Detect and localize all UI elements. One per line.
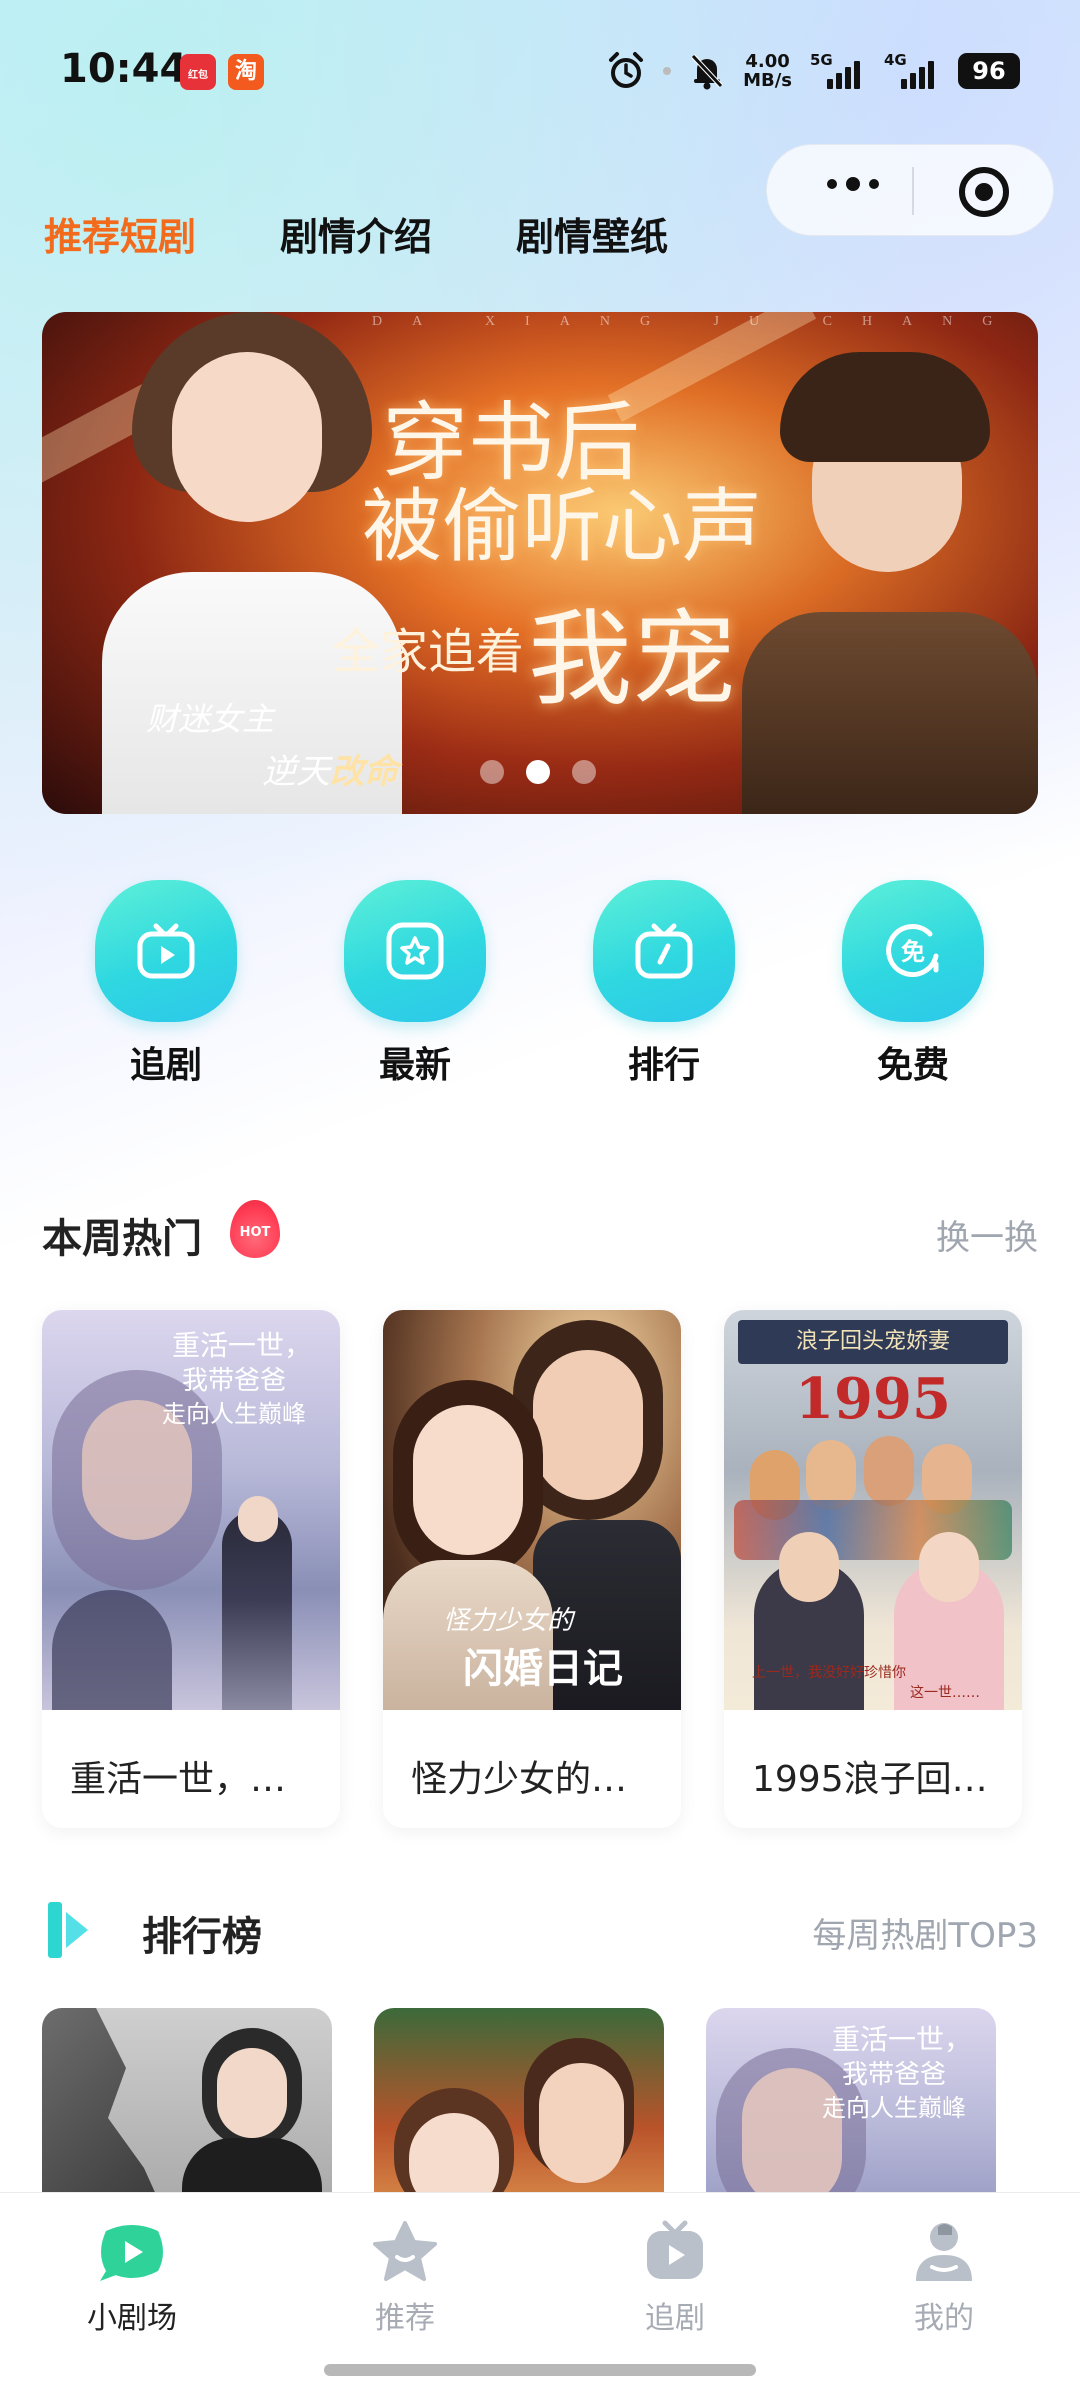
free-icon: 免 [842, 880, 984, 1022]
hot-drama-poster: 重活一世， 我带爸爸 走向人生巅峰 [42, 1310, 340, 1710]
signal-5g-icon: 5G [810, 51, 866, 89]
page: 10:44 红包 淘 4.00 MB/s 5G 4G 96 推荐短剧 剧情介绍 … [0, 0, 1080, 2400]
tab-plot-intro[interactable]: 剧情介绍 [280, 206, 432, 261]
battery-indicator: 96 [958, 53, 1020, 89]
tab-recommended-dramas[interactable]: 推荐短剧 [44, 206, 196, 261]
hot-drama-card[interactable]: 怪力少女的 闪婚日记 怪力少女的… [383, 1310, 681, 1828]
hot-section-title: 本周热门 [42, 1216, 202, 1262]
hongbao-app-icon: 红包 [180, 54, 216, 90]
net-speed: 4.00 MB/s [743, 51, 792, 91]
quick-menu-rank[interactable]: 排行 [564, 880, 764, 1088]
hot-drama-poster: 浪子回头宠娇妻 1995 上一世，我没好好珍惜你 这一世…… [724, 1310, 1022, 1710]
tv-play-icon [95, 880, 237, 1022]
tab-profile[interactable]: 我的 [864, 2219, 1024, 2337]
svg-text:免: 免 [901, 938, 925, 966]
close-miniapp-button[interactable] [959, 167, 1009, 217]
tab-plot-wallpaper[interactable]: 剧情壁纸 [516, 206, 668, 261]
hot-drama-poster: 怪力少女的 闪婚日记 [383, 1310, 681, 1710]
hot-drama-card[interactable]: 重活一世， 我带爸爸 走向人生巅峰 重活一世，… [42, 1310, 340, 1828]
quick-menu-follow[interactable]: 追剧 [66, 880, 266, 1088]
hot-drama-title: 重活一世，… [70, 1759, 287, 1800]
mute-bell-icon [689, 52, 725, 90]
refresh-button[interactable]: 换一换 [936, 1210, 1038, 1259]
capsule-divider [912, 167, 914, 215]
banner-carousel[interactable]: DA XIANG JU CHANG 穿书后 被偷听心声 全家追着 我宠 财迷女主… [42, 312, 1038, 814]
rank-section-title: 排行榜 [142, 1914, 262, 1960]
quick-menu-latest[interactable]: 最新 [315, 880, 515, 1088]
rank-drama-card[interactable] [42, 2008, 332, 2208]
banner-dot[interactable] [572, 760, 596, 784]
theater-icon [96, 2219, 168, 2285]
hot-drama-title: 1995浪子回… [752, 1759, 988, 1800]
banner-dot[interactable] [480, 760, 504, 784]
hot-drama-title: 怪力少女的… [411, 1759, 628, 1800]
dot-icon [663, 67, 672, 75]
banner-actor-body [742, 612, 1038, 814]
rank-logo-icon [48, 1902, 92, 1958]
star-icon [369, 2219, 441, 2285]
banner-actress-face [172, 352, 322, 522]
rank-drama-card[interactable]: 重活一世， 我带爸爸 走向人生巅峰 [706, 2008, 996, 2208]
banner-dot-active[interactable] [526, 760, 550, 784]
tv-rank-icon [593, 880, 735, 1022]
tab-follow[interactable]: 追剧 [595, 2219, 755, 2337]
home-indicator[interactable] [324, 2364, 756, 2376]
alarm-icon [607, 51, 645, 91]
more-menu-button[interactable] [827, 177, 879, 191]
signal-4g-icon: 4G [884, 51, 940, 89]
status-bar: 10:44 红包 淘 4.00 MB/s 5G 4G 96 [0, 0, 1080, 140]
banner-subtitle-2: 逆天改命 [262, 752, 398, 792]
quick-menu-free[interactable]: 免 免费 [813, 880, 1013, 1088]
top-tabs: 推荐短剧 剧情介绍 剧情壁纸 [44, 206, 752, 261]
banner-title-line-3b: 我宠 [528, 598, 737, 720]
banner-top-text: DA XIANG JU CHANG [372, 314, 1023, 329]
hot-fire-icon: HOT [230, 1200, 280, 1258]
banner-subtitle-1: 财迷女主 [146, 700, 275, 738]
tab-recommend[interactable]: 推荐 [325, 2219, 485, 2337]
rank-drama-card[interactable] [374, 2008, 664, 2208]
banner-title-line-3a: 全家追着 [332, 624, 525, 680]
hot-drama-card[interactable]: 浪子回头宠娇妻 1995 上一世，我没好好珍惜你 这一世…… 1995浪子回… [724, 1310, 1022, 1828]
tab-theater[interactable]: 小剧场 [52, 2219, 212, 2337]
status-indicators: 4.00 MB/s 5G 4G 96 [607, 46, 1020, 96]
profile-icon [908, 2219, 980, 2285]
banner-pagination [480, 760, 596, 784]
rank-top3-link[interactable]: 每周热剧TOP3 [812, 1908, 1038, 1957]
banner-title-line-2: 被偷听心声 [362, 480, 762, 573]
banner-actor-hair [780, 352, 990, 462]
taobao-app-icon: 淘 [228, 54, 264, 90]
quick-menu: 追剧 最新 排行 免 免费 [0, 880, 1080, 1100]
miniapp-capsule [766, 144, 1054, 236]
tv-icon [639, 2219, 711, 2285]
status-time: 10:44 [60, 46, 188, 92]
star-box-icon [344, 880, 486, 1022]
